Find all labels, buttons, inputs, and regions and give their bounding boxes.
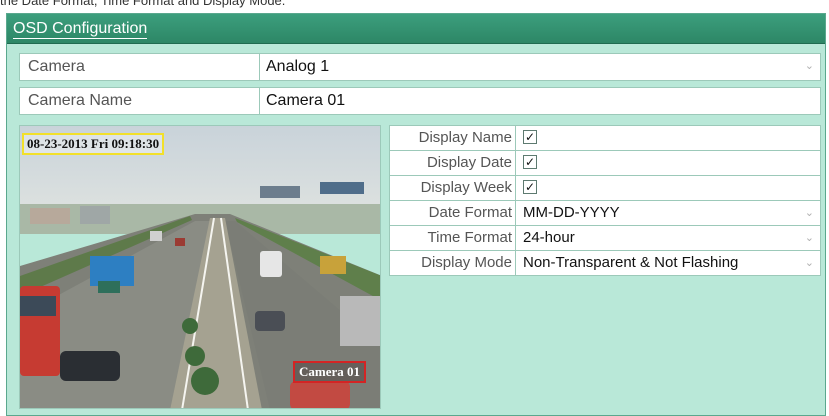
- date-format-label: Date Format: [390, 201, 516, 225]
- display-date-label: Display Date: [390, 151, 516, 175]
- display-mode-label: Display Mode: [390, 251, 516, 275]
- display-date-row: Display Date ✓: [389, 151, 821, 176]
- time-format-row[interactable]: Time Format 24-hour ⌄: [389, 226, 821, 251]
- date-format-select[interactable]: MM-DD-YYYY: [523, 201, 620, 225]
- panel-title: OSD Configuration: [13, 20, 148, 39]
- display-name-row: Display Name ✓: [389, 125, 821, 151]
- date-format-row[interactable]: Date Format MM-DD-YYYY ⌄: [389, 201, 821, 226]
- top-caption: the Date Format, Time Format and Display…: [0, 0, 286, 8]
- time-format-label: Time Format: [390, 226, 516, 250]
- display-mode-select[interactable]: Non-Transparent & Not Flashing: [523, 251, 738, 275]
- osd-datetime-overlay[interactable]: 08-23-2013 Fri 09:18:30: [22, 133, 165, 155]
- time-format-select[interactable]: 24-hour: [523, 226, 575, 250]
- camera-label: Camera: [20, 54, 260, 80]
- chevron-down-icon[interactable]: ⌄: [805, 256, 814, 269]
- osd-camera-name-overlay[interactable]: Camera 01: [293, 361, 367, 383]
- video-preview[interactable]: 08-23-2013 Fri 09:18:30 Camera 01: [19, 125, 381, 409]
- display-week-label: Display Week: [390, 176, 516, 200]
- display-mode-row[interactable]: Display Mode Non-Transparent & Not Flash…: [389, 251, 821, 276]
- display-week-checkbox[interactable]: ✓: [523, 180, 537, 194]
- display-week-row: Display Week ✓: [389, 176, 821, 201]
- display-date-checkbox[interactable]: ✓: [523, 155, 537, 169]
- display-name-label: Display Name: [390, 126, 516, 150]
- chevron-down-icon[interactable]: ⌄: [805, 59, 814, 72]
- display-options: Display Name ✓ Display Date ✓ Display We…: [389, 125, 821, 276]
- display-name-checkbox[interactable]: ✓: [523, 130, 537, 144]
- camera-select-row[interactable]: Camera Analog 1 ⌄: [19, 53, 821, 81]
- camera-name-label: Camera Name: [20, 88, 260, 114]
- chevron-down-icon[interactable]: ⌄: [805, 231, 814, 244]
- camera-name-input[interactable]: Camera 01: [266, 88, 345, 114]
- panel-header: OSD Configuration: [7, 14, 825, 44]
- camera-select-value[interactable]: Analog 1: [266, 54, 329, 80]
- osd-configuration-panel: OSD Configuration Camera Analog 1 ⌄ Came…: [6, 13, 826, 416]
- camera-name-row[interactable]: Camera Name Camera 01: [19, 87, 821, 115]
- chevron-down-icon[interactable]: ⌄: [805, 206, 814, 219]
